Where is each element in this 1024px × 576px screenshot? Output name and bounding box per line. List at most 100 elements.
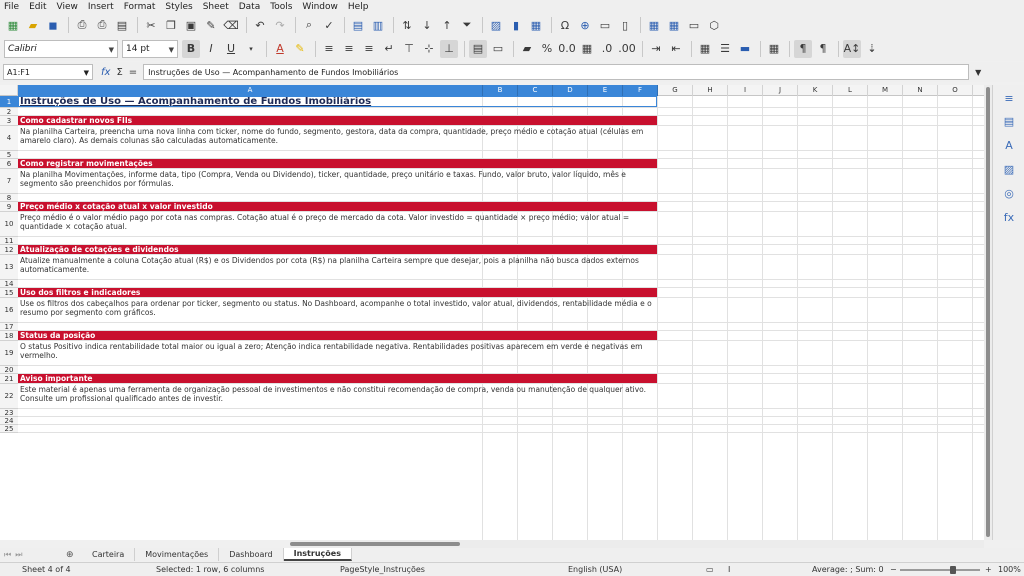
text-direction-rtl-icon[interactable]: ¶	[814, 40, 832, 58]
percent-format-icon[interactable]: %	[538, 40, 556, 58]
copy-icon[interactable]: ❐	[162, 16, 180, 34]
zoom-slider[interactable]	[900, 569, 980, 571]
show-draw-functions-icon[interactable]: ⬡	[705, 16, 723, 34]
underline-icon[interactable]: U	[222, 40, 240, 58]
name-box[interactable]: A1:F1 ▼	[3, 64, 93, 80]
borders-icon[interactable]: ▦	[696, 40, 714, 58]
unmerge-icon[interactable]: ▭	[489, 40, 507, 58]
font-name-box[interactable]: Calibri ▼	[4, 39, 118, 58]
section-heading-cell[interactable]: Atualização de cotações e dividendos	[18, 245, 657, 254]
clear-formatting-icon[interactable]: ⌫	[222, 16, 240, 34]
section-heading-cell[interactable]: Preço médio x cotação atual x valor inve…	[18, 202, 657, 211]
row-header-14[interactable]: 14	[0, 280, 18, 288]
date-format-icon[interactable]: ▦	[578, 40, 596, 58]
column-header-m[interactable]: M	[868, 85, 903, 96]
align-middle-icon[interactable]: ⊹	[420, 40, 438, 58]
first-sheet-icon[interactable]: ⏮	[4, 550, 11, 560]
menu-view[interactable]: View	[57, 2, 78, 12]
border-style-icon[interactable]: ☰	[716, 40, 734, 58]
row-header-19[interactable]: 19	[0, 341, 18, 366]
align-center-icon[interactable]: ≡	[340, 40, 358, 58]
new-document-icon[interactable]: ▦	[4, 16, 22, 34]
tab-navigation[interactable]: ⏮ ⏭	[0, 548, 60, 561]
column-header-b[interactable]: B	[483, 85, 518, 96]
formula-icon[interactable]: =	[129, 67, 137, 78]
freeze-rows-columns-icon[interactable]: ▦	[665, 16, 683, 34]
title-cell[interactable]: Instruções de Uso — Acompanhamento de Fu…	[18, 96, 657, 107]
export-pdf-icon[interactable]: ⎙	[73, 16, 91, 34]
menu-window[interactable]: Window	[302, 2, 338, 12]
last-sheet-icon[interactable]: ⏭	[15, 550, 22, 560]
column-header-c[interactable]: C	[518, 85, 553, 96]
split-window-icon[interactable]: ▭	[685, 16, 703, 34]
currency-format-icon[interactable]: ▰	[518, 40, 536, 58]
hyperlink-icon[interactable]: ⊕	[576, 16, 594, 34]
menu-styles[interactable]: Styles	[165, 2, 192, 12]
section-heading-cell[interactable]: Como cadastrar novos FIIs	[18, 116, 657, 125]
row-header-4[interactable]: 4	[0, 126, 18, 151]
column-header-n[interactable]: N	[903, 85, 938, 96]
wrap-text-icon[interactable]: ↵	[380, 40, 398, 58]
section-heading-cell[interactable]: Status da posição	[18, 331, 657, 340]
redo-icon[interactable]: ↷	[271, 16, 289, 34]
sort-descending-icon[interactable]: ↑	[438, 16, 456, 34]
row-header-13[interactable]: 13	[0, 255, 18, 280]
delete-decimal-icon[interactable]: .00	[618, 40, 636, 58]
row-header-8[interactable]: 8	[0, 194, 18, 202]
column-header-p[interactable]: P	[973, 85, 984, 96]
row-header-25[interactable]: 25	[0, 425, 18, 433]
function-wizard-icon[interactable]: fx	[101, 67, 110, 78]
column-header-o[interactable]: O	[938, 85, 973, 96]
save-icon[interactable]: ◼	[44, 16, 62, 34]
column-header-e[interactable]: E	[588, 85, 623, 96]
row-header-6[interactable]: 6	[0, 159, 18, 169]
status-page-style[interactable]: PageStyle_Instruções	[340, 565, 425, 574]
border-color-icon[interactable]: ▬	[736, 40, 754, 58]
menu-tools[interactable]: Tools	[270, 2, 292, 12]
insert-chart-icon[interactable]: ▮	[507, 16, 525, 34]
section-heading-cell[interactable]: Uso dos filtros e indicadores	[18, 288, 657, 297]
row-header-22[interactable]: 22	[0, 384, 18, 409]
section-body-cell[interactable]: Este material é apenas uma ferramenta de…	[18, 384, 657, 408]
autofilter-icon[interactable]: ⏷	[458, 16, 476, 34]
menu-file[interactable]: File	[4, 2, 19, 12]
row-header-5[interactable]: 5	[0, 151, 18, 159]
row-header-10[interactable]: 10	[0, 212, 18, 237]
section-body-cell[interactable]: O status Positivo indica rentabilidade t…	[18, 341, 657, 365]
comment-icon[interactable]: ▭	[596, 16, 614, 34]
row-header-20[interactable]: 20	[0, 366, 18, 374]
row-header-18[interactable]: 18	[0, 331, 18, 341]
clone-formatting-icon[interactable]: ✎	[202, 16, 220, 34]
find-replace-icon[interactable]: ⌕	[300, 16, 318, 34]
sheet-tab[interactable]: Dashboard	[219, 548, 284, 561]
menu-data[interactable]: Data	[239, 2, 261, 12]
selection-mode-icon[interactable]: ▭	[706, 565, 714, 574]
section-body-cell[interactable]: Preço médio é o valor médio pago por cot…	[18, 212, 657, 236]
paste-icon[interactable]: ▣	[182, 16, 200, 34]
formula-input[interactable]: Instruções de Uso — Acompanhamento de Fu…	[143, 64, 970, 80]
row-header-9[interactable]: 9	[0, 202, 18, 212]
menu-sheet[interactable]: Sheet	[203, 2, 229, 12]
row-header-16[interactable]: 16	[0, 298, 18, 323]
add-sheet-icon[interactable]: ⊕	[66, 550, 76, 560]
status-language[interactable]: English (USA)	[568, 565, 622, 574]
status-zoom[interactable]: 100%	[998, 565, 1021, 574]
row-header-17[interactable]: 17	[0, 323, 18, 331]
row-icon[interactable]: ▤	[349, 16, 367, 34]
styles-icon[interactable]: A	[1001, 137, 1017, 153]
section-body-cell[interactable]: Use os filtros dos cabeçalhos para orden…	[18, 298, 657, 322]
align-top-icon[interactable]: ⊤	[400, 40, 418, 58]
vertical-text-icon[interactable]: A↕	[843, 39, 861, 58]
menu-edit[interactable]: Edit	[29, 2, 46, 12]
merge-center-icon[interactable]: ▤	[469, 39, 487, 58]
print-preview-icon[interactable]: ▤	[113, 16, 131, 34]
sort-icon[interactable]: ⇅	[398, 16, 416, 34]
undo-icon[interactable]: ↶	[251, 16, 269, 34]
increase-indent-icon[interactable]: ⇥	[647, 40, 665, 58]
navigator-icon[interactable]: ◎	[1001, 185, 1017, 201]
sort-ascending-icon[interactable]: ↓	[418, 16, 436, 34]
add-decimal-icon[interactable]: .0	[598, 40, 616, 58]
align-right-icon[interactable]: ≡	[360, 40, 378, 58]
text-direction-top-bottom-icon[interactable]: ⇣	[863, 40, 881, 58]
spreadsheet-grid[interactable]: ABCDEFGHIJKLMNOP 12345678910111213141516…	[0, 85, 984, 540]
